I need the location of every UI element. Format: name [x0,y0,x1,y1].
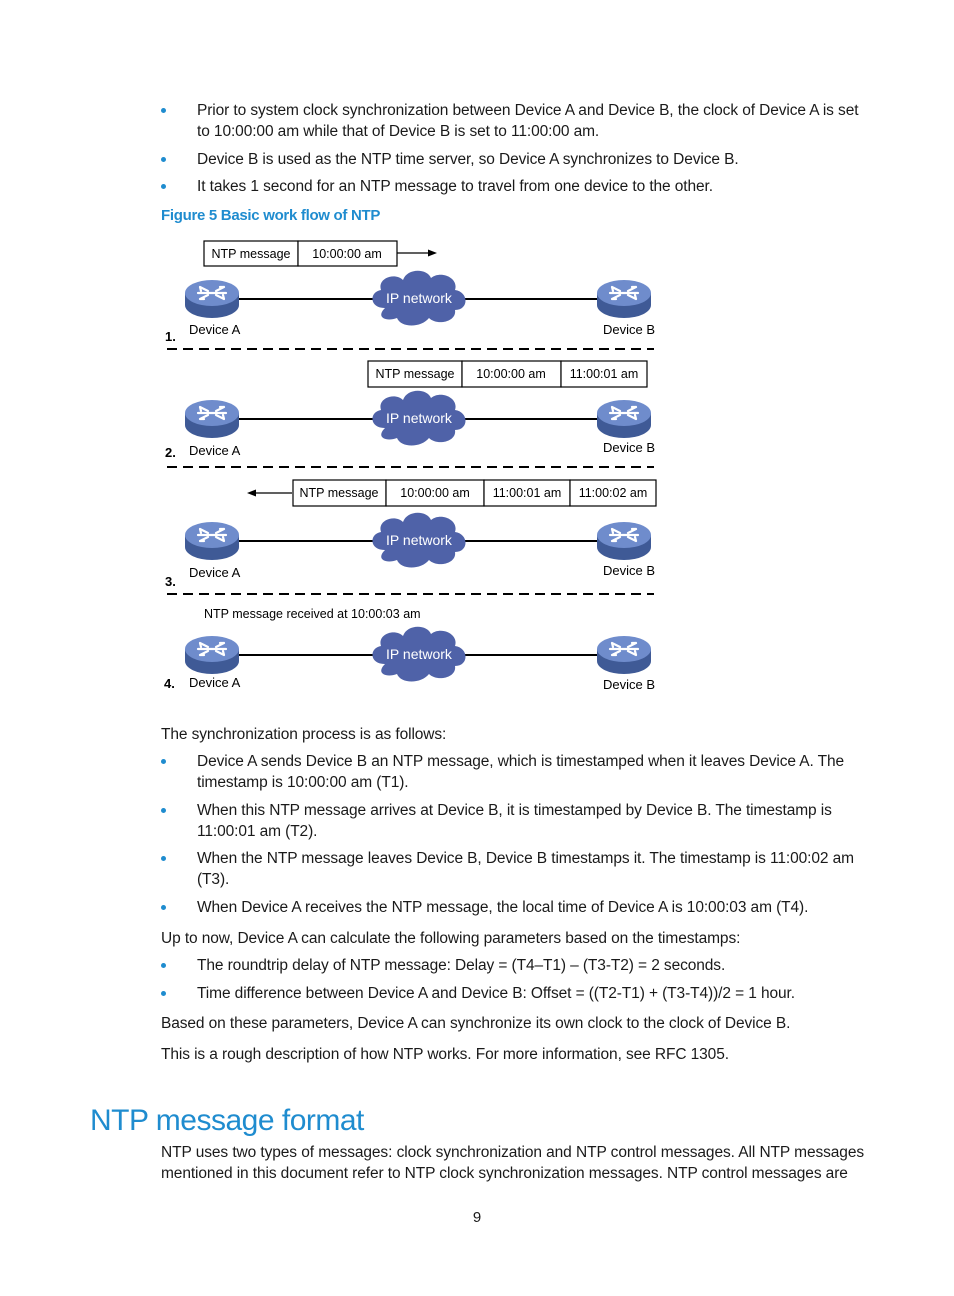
bullet-text: Time difference between Device A and Dev… [197,985,795,1002]
step-1: NTP message 10:00:00 am IP network Devic… [165,240,655,350]
device-b-label: Device B [603,563,655,578]
network-label: IP network [386,290,453,306]
bullet-text: When this NTP message arrives at Device … [197,802,832,840]
bullet-text: The roundtrip delay of NTP message: Dela… [197,957,726,974]
message-cell: 10:00:00 am [400,486,470,500]
message-cell: 10:00:00 am [312,247,382,261]
router-icon [595,520,653,562]
router-icon [183,398,241,440]
bullet-text: Device A sends Device B an NTP message, … [197,753,845,791]
section-paragraph: NTP uses two types of messages: clock sy… [161,1144,864,1182]
section-heading: NTP message format [90,1104,364,1138]
message-cell: NTP message [212,247,291,261]
step-2: NTP message 10:00:00 am 11:00:01 am IP n… [165,360,655,468]
calc-bullet: The roundtrip delay of NTP message: Dela… [161,955,864,976]
bullet-dot [161,759,166,764]
device-a-label: Device A [189,322,241,337]
sync-bullet: When the NTP message leaves Device B, De… [161,848,864,890]
network-label: IP network [386,532,453,548]
device-b-label: Device B [603,440,655,455]
step-number: 2. [165,445,176,460]
page-number: 9 [472,1209,482,1226]
router-icon [595,634,653,676]
sync-intro: The synchronization process is as follow… [161,726,447,743]
device-b-label: Device B [603,677,655,692]
device-b-label: Device B [603,322,655,337]
sync-bullet: Device A sends Device B an NTP message, … [161,751,864,793]
received-note: NTP message received at 10:00:03 am [204,607,421,621]
calc-intro: Up to now, Device A can calculate the fo… [161,930,741,947]
bullet-dot [161,856,166,861]
network-label: IP network [386,410,453,426]
message-cell: 11:00:01 am [570,367,639,381]
bullet-text: When the NTP message leaves Device B, De… [197,850,854,888]
device-a-label: Device A [189,565,241,580]
calc-bullet: Time difference between Device A and Dev… [161,983,864,1004]
message-cell: 10:00:00 am [476,367,546,381]
step-number: 4. [164,676,175,691]
device-a-label: Device A [189,675,241,690]
message-cell: 11:00:02 am [579,486,648,500]
bullet-dot [161,963,166,968]
ntp-workflow-figure: NTP message 10:00:00 am IP network Devic… [164,240,657,692]
router-icon [183,520,241,562]
bullet-dot [161,991,166,996]
bullet-text: When Device A receives the NTP message, … [197,899,809,916]
message-cell: NTP message [376,367,455,381]
step-number: 1. [165,329,176,344]
sync-bullet: When Device A receives the NTP message, … [161,897,864,918]
step-4: NTP message received at 10:00:03 am IP n… [164,607,655,692]
network-label: IP network [386,646,453,662]
router-icon [183,634,241,676]
arrow-left-icon [247,489,256,497]
arrow-right-icon [428,249,437,257]
device-a-label: Device A [189,443,241,458]
router-icon [595,398,653,440]
message-cell: 11:00:01 am [493,486,562,500]
sync-bullet: When this NTP message arrives at Device … [161,800,864,842]
conclusion-paragraph: This is a rough description of how NTP w… [161,1046,729,1063]
conclusion-paragraph: Based on these parameters, Device A can … [161,1015,791,1032]
bullet-dot [161,905,166,910]
router-icon [183,278,241,320]
bullet-dot [161,808,166,813]
message-cell: NTP message [300,486,379,500]
step-number: 3. [165,574,176,589]
router-icon [595,278,653,320]
step-3: NTP message 10:00:00 am 11:00:01 am 11:0… [165,479,657,595]
